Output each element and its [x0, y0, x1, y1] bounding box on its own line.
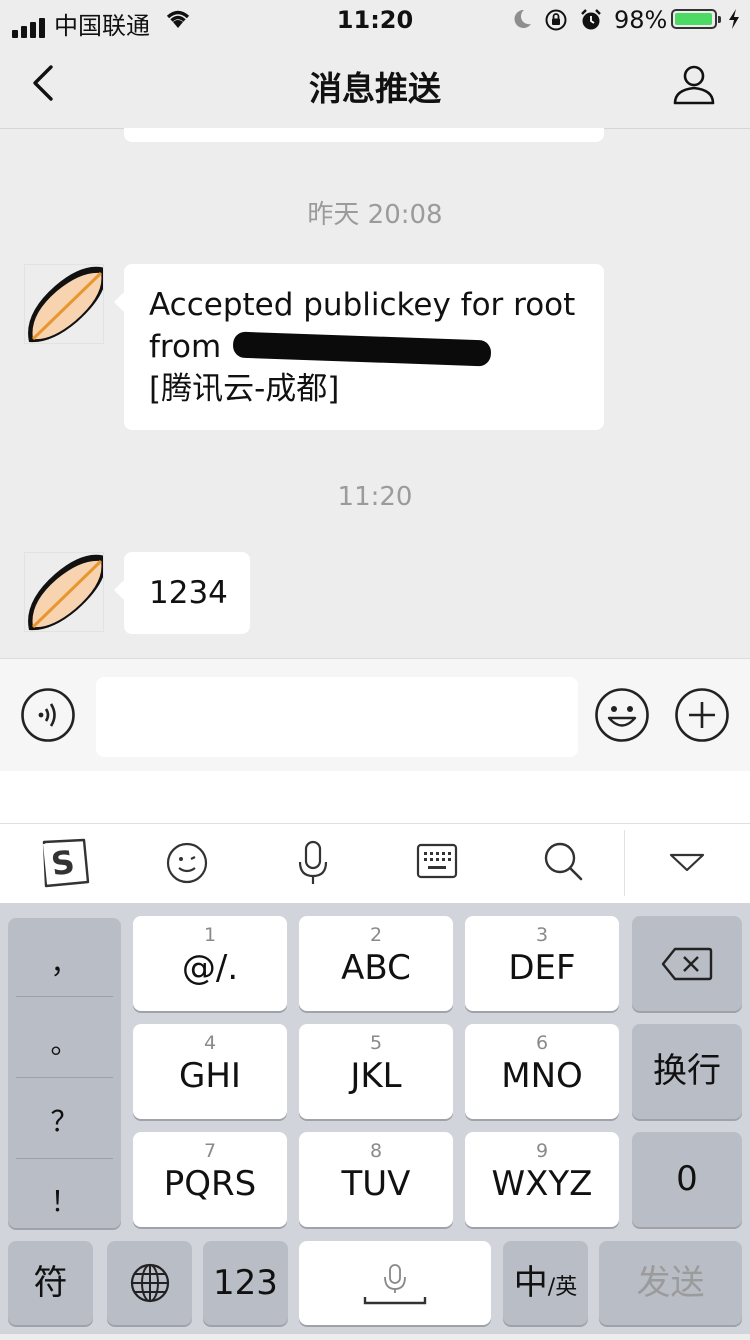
- previous-message-bubble: [124, 128, 604, 142]
- avatar[interactable]: [24, 264, 104, 344]
- key-2[interactable]: 2 ABC: [299, 916, 453, 1011]
- ime-toolbar: S: [0, 823, 750, 905]
- rotation-lock-icon: [544, 8, 568, 38]
- key-label: MNO: [501, 1056, 583, 1096]
- punctuation-key[interactable]: ，: [8, 942, 121, 982]
- key-8[interactable]: 8 TUV: [299, 1132, 453, 1227]
- punctuation-key[interactable]: ？: [8, 1100, 121, 1140]
- key-label: @/.: [181, 948, 239, 988]
- avatar[interactable]: [24, 552, 104, 632]
- message-bubble[interactable]: Accepted publickey for root from [腾讯云-成都…: [114, 264, 604, 430]
- key-number: 3: [535, 924, 549, 946]
- battery-percent: 98%: [614, 6, 668, 34]
- plus-icon: [675, 688, 729, 742]
- collapse-keyboard-icon[interactable]: [668, 852, 706, 878]
- message-input[interactable]: [96, 677, 578, 757]
- backspace-icon: [661, 947, 713, 981]
- message-line: [腾讯云-成都]: [149, 371, 340, 407]
- key-label: PQRS: [163, 1164, 257, 1204]
- punctuation-key[interactable]: ！: [8, 1180, 121, 1220]
- globe-key[interactable]: [107, 1241, 192, 1325]
- battery-icon: [671, 9, 721, 29]
- charging-bolt-icon: [727, 8, 741, 36]
- surfboard-avatar-icon: [28, 266, 103, 343]
- space-microphone-icon: [363, 1264, 427, 1305]
- emoji-icon: [595, 688, 649, 742]
- backspace-key[interactable]: [632, 916, 742, 1011]
- emoji-button[interactable]: [594, 687, 650, 747]
- language-switch-key[interactable]: 中/英: [503, 1241, 588, 1325]
- navigation-bar: 消息推送: [0, 40, 750, 129]
- redacted-ip-scribble: [232, 331, 492, 366]
- key-3[interactable]: 3 DEF: [465, 916, 619, 1011]
- symbol-key[interactable]: 符: [8, 1241, 93, 1325]
- key-label: TUV: [341, 1164, 411, 1204]
- alarm-icon: [580, 8, 602, 38]
- keyboard-top-spacer: [0, 771, 750, 823]
- key-number: 2: [369, 924, 383, 946]
- key-number: 8: [369, 1140, 383, 1162]
- divider: [16, 1158, 113, 1159]
- lang-sub-label: /英: [547, 1275, 578, 1300]
- message-timestamp: 昨天 20:08: [307, 200, 443, 230]
- key-label: WXYZ: [491, 1164, 593, 1204]
- person-icon: [673, 65, 715, 105]
- enter-key[interactable]: 换行: [632, 1024, 742, 1119]
- sogou-logo-icon[interactable]: S: [36, 838, 90, 892]
- keyboard-icon[interactable]: [416, 842, 458, 884]
- zero-key[interactable]: 0: [632, 1132, 742, 1227]
- number-mode-key[interactable]: 123: [203, 1241, 288, 1325]
- key-label: DEF: [508, 948, 576, 988]
- key-number: 4: [203, 1032, 217, 1054]
- key-5[interactable]: 5 JKL: [299, 1024, 453, 1119]
- message-line: from: [149, 329, 222, 365]
- message-text: 1234: [149, 575, 228, 611]
- globe-icon: [130, 1263, 169, 1303]
- key-6[interactable]: 6 MNO: [465, 1024, 619, 1119]
- key-label: ABC: [341, 948, 411, 988]
- send-key[interactable]: 发送: [599, 1241, 742, 1325]
- voice-icon: [21, 688, 75, 742]
- message-timestamp: 11:20: [337, 482, 413, 512]
- key-number: 5: [369, 1032, 383, 1054]
- punctuation-key[interactable]: 。: [8, 1022, 121, 1062]
- message-line: Accepted publickey for root: [149, 287, 576, 323]
- toolbar-divider: [624, 830, 625, 896]
- key-label: GHI: [179, 1056, 241, 1096]
- lang-main-label: 中: [513, 1263, 548, 1303]
- message-bubble[interactable]: 1234: [114, 552, 250, 634]
- divider: [16, 1077, 113, 1078]
- key-4[interactable]: 4 GHI: [133, 1024, 287, 1119]
- profile-button[interactable]: [672, 64, 716, 110]
- page-title: 消息推送: [309, 69, 441, 108]
- do-not-disturb-icon: [512, 8, 532, 36]
- divider: [16, 996, 113, 997]
- status-bar: 中国联通 11:20 98%: [0, 0, 750, 40]
- surfboard-avatar-icon: [28, 554, 103, 631]
- microphone-icon[interactable]: [297, 840, 329, 890]
- key-7[interactable]: 7 PQRS: [133, 1132, 287, 1227]
- key-number: 6: [535, 1032, 549, 1054]
- key-number: 7: [203, 1140, 217, 1162]
- punctuation-column: ， 。 ？ ！: [8, 918, 121, 1228]
- voice-input-button[interactable]: [20, 687, 76, 747]
- chat-input-bar: [0, 658, 750, 772]
- keyboard: ， 。 ？ ！ 1 @/. 2 ABC 3 DEF 4 GHI 5 JKL 6 MNO 换行…: [0, 903, 750, 1334]
- search-icon[interactable]: [542, 840, 584, 886]
- key-label: JKL: [350, 1056, 402, 1096]
- space-key[interactable]: [299, 1241, 491, 1325]
- key-9[interactable]: 9 WXYZ: [465, 1132, 619, 1227]
- key-number: 1: [203, 924, 217, 946]
- key-number: 9: [535, 1140, 549, 1162]
- more-options-button[interactable]: [674, 687, 730, 747]
- key-1[interactable]: 1 @/.: [133, 916, 287, 1011]
- emoticon-icon[interactable]: [166, 842, 208, 888]
